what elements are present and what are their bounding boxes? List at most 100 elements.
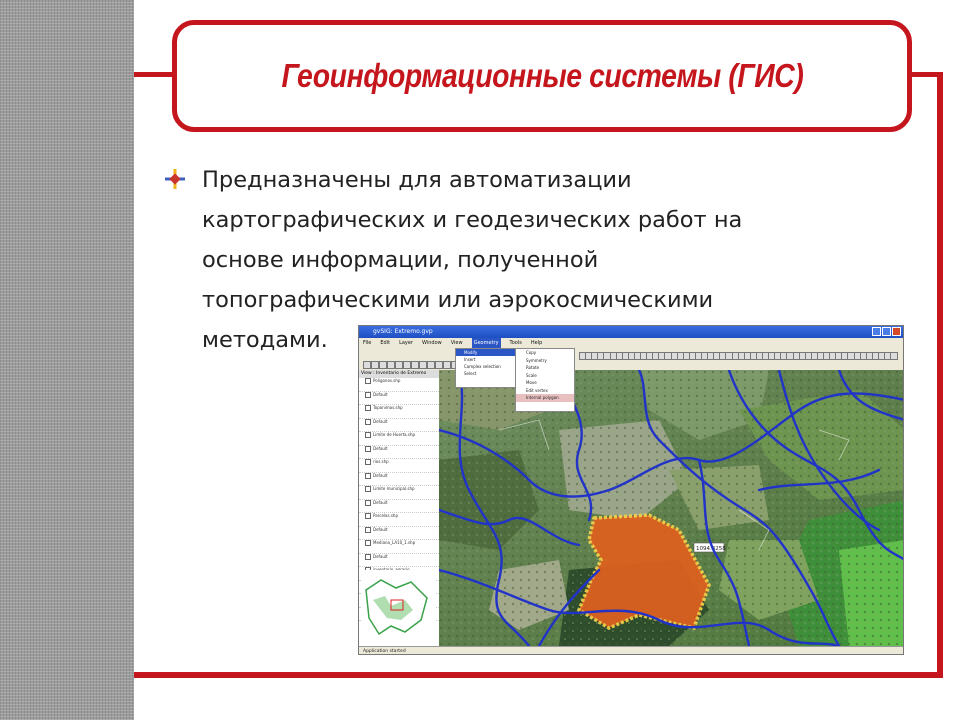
layer-checkbox[interactable] xyxy=(365,540,371,546)
layer-item[interactable]: rios.shp xyxy=(359,459,439,473)
close-icon[interactable] xyxy=(892,327,901,336)
bullet-line: топографическими или аэрокосмическими xyxy=(202,287,714,313)
layer-item[interactable]: Default xyxy=(359,472,439,486)
layer-label: Default xyxy=(373,418,388,424)
submenu-item-internal-polygon[interactable]: Internal polygon xyxy=(516,394,574,402)
layer-item[interactable]: Default xyxy=(359,445,439,459)
minimize-icon[interactable] xyxy=(872,327,881,336)
frame-line-bottom xyxy=(134,672,943,678)
toolbar-button-icon[interactable] xyxy=(387,361,395,369)
maximize-icon[interactable] xyxy=(882,327,891,336)
menu-item-complex-selection[interactable]: Complex selection xyxy=(456,363,516,370)
layer-label: Default xyxy=(373,553,388,559)
layer-item[interactable]: Limite de Huerta.shp xyxy=(359,432,439,446)
layer-item[interactable]: Toponimos.shp xyxy=(359,405,439,419)
layer-item[interactable]: Default xyxy=(359,391,439,405)
layer-checkbox[interactable] xyxy=(365,405,371,411)
submenu-item-scale[interactable]: Scale xyxy=(516,372,574,380)
submenu-item-move[interactable]: Move xyxy=(516,379,574,387)
toolbar-button-icon[interactable] xyxy=(395,361,403,369)
toolbar-button-icon[interactable] xyxy=(443,361,451,369)
layer-checkbox[interactable] xyxy=(365,459,371,465)
toolbar-button-icon[interactable] xyxy=(419,361,427,369)
layer-item[interactable]: Default xyxy=(359,499,439,513)
submenu-item-rotate[interactable]: Rotate xyxy=(516,364,574,372)
layer-label: Poligonos.shp xyxy=(373,378,401,383)
menu-item-select[interactable]: Select xyxy=(456,370,516,377)
layer-checkbox[interactable] xyxy=(365,553,371,560)
layer-checkbox[interactable] xyxy=(365,391,371,398)
toolbar-button-icon[interactable] xyxy=(363,361,371,369)
menu-item-modify[interactable]: Modify xyxy=(456,349,516,356)
submenu-item-edit-vertex[interactable]: Edit vertex xyxy=(516,387,574,395)
layer-checkbox[interactable] xyxy=(365,499,371,506)
toolbar-button-icon[interactable] xyxy=(371,361,379,369)
status-text: Application started xyxy=(363,649,406,654)
layer-checkbox[interactable] xyxy=(365,526,371,533)
layer-label: Limite de Huerta.shp xyxy=(373,432,416,437)
layer-label: Limite municipal.shp xyxy=(373,486,415,491)
toolbar-button-icon[interactable] xyxy=(379,361,387,369)
overview-map xyxy=(361,570,435,644)
menu-item-insert[interactable]: Insert xyxy=(456,356,516,363)
layer-checkbox[interactable] xyxy=(365,486,371,492)
layer-checkbox[interactable] xyxy=(365,432,371,438)
decorative-side-strip xyxy=(0,0,134,720)
bullet-line: основе информации, полученной xyxy=(202,247,599,273)
gis-toolbar xyxy=(359,348,903,371)
modify-submenu: Copy Symmetry Rotate Scale Move Edit ver… xyxy=(515,348,575,412)
toolbar-button-icon[interactable] xyxy=(427,361,435,369)
layer-checkbox[interactable] xyxy=(365,472,371,479)
submenu-item-copy[interactable]: Copy xyxy=(516,349,574,357)
layer-checkbox[interactable] xyxy=(365,418,371,425)
menu-layer[interactable]: Layer xyxy=(399,338,413,348)
menu-window[interactable]: Window xyxy=(422,338,442,348)
gis-layer-panel: View : Inventario de Extremo Poligonos.s… xyxy=(359,370,440,646)
menu-file[interactable]: File xyxy=(363,338,371,348)
layer-label: Default xyxy=(373,445,388,451)
gis-statusbar: Application started xyxy=(359,646,903,654)
layer-label: rios.shp xyxy=(373,459,389,464)
gis-menubar: File Edit Layer Window View Geometry Too… xyxy=(359,338,903,348)
layer-item[interactable]: Default xyxy=(359,526,439,540)
frame-line-right xyxy=(937,72,943,678)
title-box: Геоинформационные системы (ГИС) xyxy=(172,20,912,132)
frame-line-left-top xyxy=(134,72,174,77)
star-bullet-icon xyxy=(165,169,185,189)
gis-window-title: gvSIG: Extremo.gvp xyxy=(373,328,433,335)
geometry-dropdown: Modify Insert Complex selection Select xyxy=(455,348,517,388)
layer-label: Mediana_LA10_1.shp xyxy=(373,540,416,545)
layer-item[interactable]: Parcelas.shp xyxy=(359,513,439,527)
layer-label: Default xyxy=(373,472,388,478)
layer-label: Default xyxy=(373,499,388,505)
toolbar-button-icon[interactable] xyxy=(411,361,419,369)
layer-item[interactable]: Poligonos.shp xyxy=(359,378,439,392)
layer-label: Toponimos.shp xyxy=(373,405,403,410)
menu-help[interactable]: Help xyxy=(531,338,542,348)
bullet-line: картографических и геодезических работ н… xyxy=(202,207,743,233)
window-controls xyxy=(872,327,901,336)
layer-item[interactable]: Default xyxy=(359,418,439,432)
layer-item[interactable]: Mediana_LA10_1.shp xyxy=(359,540,439,554)
layer-item[interactable]: Default xyxy=(359,553,439,567)
toolbar-button-icon[interactable] xyxy=(435,361,443,369)
bullet-line: Предназначены для автоматизации xyxy=(202,167,632,193)
slide-title: Геоинформационные системы (ГИС) xyxy=(281,57,803,94)
layer-label: Parcelas.shp xyxy=(373,513,398,518)
toolbar-button-icon[interactable] xyxy=(403,361,411,369)
gis-screenshot: gvSIG: Extremo.gvp File Edit Layer Windo… xyxy=(358,325,904,655)
menu-geometry[interactable]: Geometry xyxy=(471,338,501,348)
layer-checkbox[interactable] xyxy=(365,513,371,519)
gis-window-titlebar: gvSIG: Extremo.gvp xyxy=(359,326,903,338)
layer-checkbox[interactable] xyxy=(365,378,371,384)
gis-panel-title: View : Inventario de Extremo xyxy=(359,370,439,378)
toolbar-button-icon[interactable] xyxy=(890,352,899,360)
menu-tools[interactable]: Tools xyxy=(510,338,522,348)
layer-label: Default xyxy=(373,526,388,532)
menu-view[interactable]: View xyxy=(451,338,463,348)
submenu-item-symmetry[interactable]: Symmetry xyxy=(516,357,574,365)
gis-map-view[interactable]: 1094.3258 xyxy=(439,370,904,646)
layer-checkbox[interactable] xyxy=(365,445,371,452)
layer-item[interactable]: Limite municipal.shp xyxy=(359,486,439,500)
menu-edit[interactable]: Edit xyxy=(380,338,390,348)
